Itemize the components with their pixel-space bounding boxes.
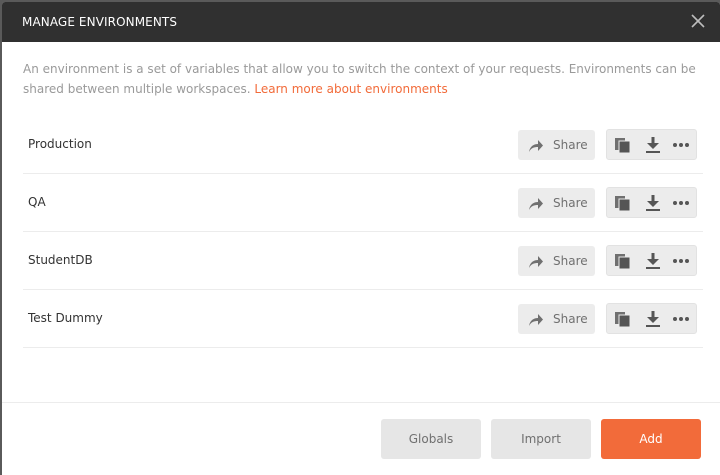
share-label: Share: [553, 254, 588, 268]
globals-button[interactable]: Globals: [381, 419, 481, 459]
modal-footer: Globals Import Add: [2, 402, 720, 475]
environment-actions: [606, 129, 697, 160]
share-arrow-icon: [528, 312, 544, 326]
environment-actions: [606, 187, 697, 218]
more-options-icon[interactable]: [672, 137, 690, 153]
copy-icon[interactable]: [614, 311, 632, 328]
share-arrow-icon: [528, 138, 544, 152]
share-label: Share: [553, 138, 588, 152]
share-label: Share: [553, 312, 588, 326]
manage-environments-modal: MANAGE ENVIRONMENTS An environment is a …: [2, 2, 720, 475]
share-label: Share: [553, 196, 588, 210]
environment-name[interactable]: Production: [28, 137, 92, 151]
copy-icon[interactable]: [614, 137, 632, 154]
environment-name[interactable]: QA: [28, 195, 46, 209]
environment-row[interactable]: StudentDB Share: [23, 232, 703, 290]
environment-list: Production Share QA Share StudentDB Shar…: [23, 116, 703, 348]
share-arrow-icon: [528, 196, 544, 210]
modal-description: An environment is a set of variables tha…: [23, 59, 703, 99]
environment-row[interactable]: Production Share: [23, 116, 703, 174]
share-button[interactable]: Share: [518, 246, 595, 276]
download-icon[interactable]: [644, 137, 662, 153]
learn-more-link[interactable]: Learn more about environments: [254, 82, 447, 96]
environment-row[interactable]: QA Share: [23, 174, 703, 232]
download-icon[interactable]: [644, 253, 662, 269]
environment-actions: [606, 245, 697, 276]
share-arrow-icon: [528, 254, 544, 268]
download-icon[interactable]: [644, 311, 662, 327]
environment-row[interactable]: Test Dummy Share: [23, 290, 703, 348]
copy-icon[interactable]: [614, 253, 632, 270]
environment-name[interactable]: Test Dummy: [28, 311, 103, 325]
share-button[interactable]: Share: [518, 304, 595, 334]
share-button[interactable]: Share: [518, 130, 595, 160]
more-options-icon[interactable]: [672, 253, 690, 269]
copy-icon[interactable]: [614, 195, 632, 212]
modal-title: MANAGE ENVIRONMENTS: [22, 15, 178, 29]
close-icon[interactable]: [688, 11, 708, 31]
add-button[interactable]: Add: [601, 419, 701, 459]
more-options-icon[interactable]: [672, 311, 690, 327]
modal-header: MANAGE ENVIRONMENTS: [2, 2, 720, 42]
share-button[interactable]: Share: [518, 188, 595, 218]
download-icon[interactable]: [644, 195, 662, 211]
environment-name[interactable]: StudentDB: [28, 253, 93, 267]
more-options-icon[interactable]: [672, 195, 690, 211]
environment-actions: [606, 303, 697, 334]
import-button[interactable]: Import: [491, 419, 591, 459]
